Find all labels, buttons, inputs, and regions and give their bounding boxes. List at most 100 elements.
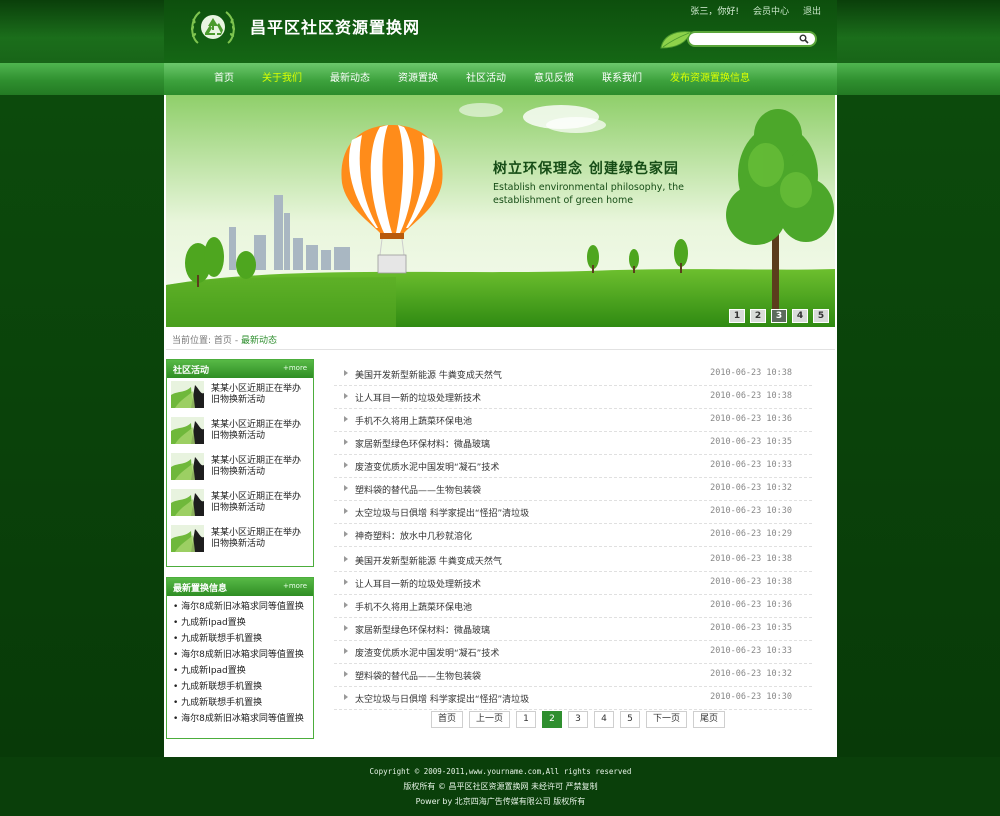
- activity-title[interactable]: 某某小区近期正在举办旧物换新活动: [211, 420, 301, 442]
- pager-first[interactable]: 首页: [431, 711, 464, 728]
- nav-item-activities[interactable]: 社区活动: [452, 63, 520, 95]
- news-title[interactable]: 家居新型绿色环保材料：微晶玻璃: [355, 437, 490, 450]
- activity-item[interactable]: 某某小区近期正在举办旧物换新活动: [167, 486, 313, 522]
- activity-thumbnail[interactable]: [171, 525, 204, 552]
- news-row[interactable]: 太空垃圾与日俱增 科学家提出“怪招”清垃圾 2010-06-23 10:30: [334, 687, 812, 710]
- activity-title[interactable]: 某某小区近期正在举办旧物换新活动: [211, 492, 301, 514]
- news-row[interactable]: 美国开发新型新能源 牛粪变成天然气 2010-06-23 10:38: [334, 549, 812, 572]
- nav-item-exchange[interactable]: 资源置换: [384, 63, 452, 95]
- nav-item-publish[interactable]: 发布资源置换信息: [656, 63, 764, 95]
- logout-link[interactable]: 退出: [803, 4, 821, 17]
- breadcrumb-separator: -: [234, 336, 239, 346]
- activity-thumbnail[interactable]: [171, 453, 204, 480]
- banner-scene-image: [166, 95, 835, 327]
- exchange-item[interactable]: 海尔8成新旧冰箱求同等值置换: [167, 599, 313, 615]
- activities-more-link[interactable]: +more: [283, 364, 307, 372]
- news-date: 2010-06-23 10:32: [710, 669, 792, 679]
- news-title[interactable]: 太空垃圾与日俱增 科学家提出“怪招”清垃圾: [355, 506, 529, 519]
- leaf-decoration-icon: [660, 31, 692, 49]
- nav-item-feedback[interactable]: 意见反馈: [520, 63, 588, 95]
- exchange-list: 海尔8成新旧冰箱求同等值置换九成新Ipad置换九成新联想手机置换海尔8成新旧冰箱…: [167, 596, 313, 727]
- news-title[interactable]: 废渣变优质水泥中国发明“凝石”技术: [355, 460, 499, 473]
- news-row[interactable]: 塑料袋的替代品——生物包装袋 2010-06-23 10:32: [334, 478, 812, 501]
- news-row[interactable]: 让人耳目一新的垃圾处理新技术 2010-06-23 10:38: [334, 572, 812, 595]
- news-title[interactable]: 塑料袋的替代品——生物包装袋: [355, 483, 481, 496]
- nav-item-news[interactable]: 最新动态: [316, 63, 384, 95]
- exchange-item[interactable]: 海尔8成新旧冰箱求同等值置换: [167, 647, 313, 663]
- activity-thumbnail[interactable]: [171, 381, 204, 408]
- activity-title[interactable]: 某某小区近期正在举办旧物换新活动: [211, 528, 301, 550]
- slider-dot[interactable]: 1: [729, 309, 745, 323]
- news-title[interactable]: 美国开发新型新能源 牛粪变成天然气: [355, 554, 502, 567]
- slider-dot[interactable]: 4: [792, 309, 808, 323]
- news-row[interactable]: 美国开发新型新能源 牛粪变成天然气 2010-06-23 10:38: [334, 363, 812, 386]
- nav-item-home[interactable]: 首页: [164, 63, 248, 95]
- bullet-arrow-icon: [344, 485, 348, 491]
- news-title[interactable]: 塑料袋的替代品——生物包装袋: [355, 669, 481, 682]
- activity-item[interactable]: 某某小区近期正在举办旧物换新活动: [167, 522, 313, 558]
- news-row[interactable]: 手机不久将用上蔬菜环保电池 2010-06-23 10:36: [334, 409, 812, 432]
- pager-page[interactable]: 4: [594, 711, 615, 728]
- activity-title[interactable]: 某某小区近期正在举办旧物换新活动: [211, 384, 301, 406]
- header: 昌平区社区资源置换网 张三，你好! 会员中心 退出: [164, 0, 837, 63]
- exchange-item[interactable]: 海尔8成新旧冰箱求同等值置换: [167, 711, 313, 727]
- slider-dot[interactable]: 3: [771, 309, 787, 323]
- news-row[interactable]: 塑料袋的替代品——生物包装袋 2010-06-23 10:32: [334, 664, 812, 687]
- news-title[interactable]: 家居新型绿色环保材料：微晶玻璃: [355, 623, 490, 636]
- activities-box-header: 社区活动 +more: [167, 360, 313, 378]
- pager-next[interactable]: 下一页: [646, 711, 688, 728]
- member-center-link[interactable]: 会员中心: [753, 4, 789, 17]
- activity-item[interactable]: 某某小区近期正在举办旧物换新活动: [167, 414, 313, 450]
- news-row[interactable]: 废渣变优质水泥中国发明“凝石”技术 2010-06-23 10:33: [334, 455, 812, 478]
- activities-box-title: 社区活动: [173, 366, 210, 376]
- activities-list: 某某小区近期正在举办旧物换新活动 某某小区近期正在举办旧物换新活动 某某小区近期正在…: [167, 378, 313, 558]
- pager-page[interactable]: 1: [516, 711, 537, 728]
- news-row[interactable]: 手机不久将用上蔬菜环保电池 2010-06-23 10:36: [334, 595, 812, 618]
- bullet-arrow-icon: [344, 648, 348, 654]
- exchange-item[interactable]: 九成新Ipad置换: [167, 663, 313, 679]
- news-row[interactable]: 废渣变优质水泥中国发明“凝石”技术 2010-06-23 10:33: [334, 641, 812, 664]
- activity-item[interactable]: 某某小区近期正在举办旧物换新活动: [167, 378, 313, 414]
- exchange-more-link[interactable]: +more: [283, 582, 307, 590]
- breadcrumb-home[interactable]: 首页: [214, 336, 232, 346]
- news-title[interactable]: 手机不久将用上蔬菜环保电池: [355, 600, 472, 613]
- news-title[interactable]: 手机不久将用上蔬菜环保电池: [355, 414, 472, 427]
- search-icon[interactable]: [799, 34, 809, 44]
- nav-item-about[interactable]: 关于我们: [248, 63, 316, 95]
- news-date: 2010-06-23 10:38: [710, 577, 792, 587]
- pager-page[interactable]: 2: [542, 711, 563, 728]
- news-title[interactable]: 太空垃圾与日俱增 科学家提出“怪招”清垃圾: [355, 692, 529, 705]
- breadcrumb-current: 最新动态: [240, 336, 277, 346]
- pager-page[interactable]: 3: [568, 711, 589, 728]
- slider-pagination: 1 2 3 4 5: [729, 309, 829, 323]
- activity-title[interactable]: 某某小区近期正在举办旧物换新活动: [211, 456, 301, 478]
- nav-item-contact[interactable]: 联系我们: [588, 63, 656, 95]
- activity-thumbnail[interactable]: [171, 489, 204, 516]
- news-row[interactable]: 太空垃圾与日俱增 科学家提出“怪招”清垃圾 2010-06-23 10:30: [334, 501, 812, 524]
- slider-dot[interactable]: 5: [813, 309, 829, 323]
- activity-thumbnail[interactable]: [171, 417, 204, 444]
- news-date: 2010-06-23 10:38: [710, 368, 792, 378]
- news-row[interactable]: 神奇塑料：放水中几秒就溶化 2010-06-23 10:29: [334, 524, 812, 547]
- breadcrumb-prefix: 当前位置:: [172, 336, 212, 346]
- news-title[interactable]: 美国开发新型新能源 牛粪变成天然气: [355, 368, 502, 381]
- bullet-arrow-icon: [344, 556, 348, 562]
- exchange-item[interactable]: 九成新联想手机置换: [167, 679, 313, 695]
- news-row[interactable]: 让人耳目一新的垃圾处理新技术 2010-06-23 10:38: [334, 386, 812, 409]
- news-title[interactable]: 废渣变优质水泥中国发明“凝石”技术: [355, 646, 499, 659]
- slider-dot[interactable]: 2: [750, 309, 766, 323]
- news-title[interactable]: 让人耳目一新的垃圾处理新技术: [355, 577, 481, 590]
- exchange-item[interactable]: 九成新联想手机置换: [167, 631, 313, 647]
- exchange-item[interactable]: 九成新Ipad置换: [167, 615, 313, 631]
- news-title[interactable]: 神奇塑料：放水中几秒就溶化: [355, 529, 472, 542]
- pager-page[interactable]: 5: [620, 711, 641, 728]
- news-title[interactable]: 让人耳目一新的垃圾处理新技术: [355, 391, 481, 404]
- search-input[interactable]: [697, 34, 801, 46]
- news-row[interactable]: 家居新型绿色环保材料：微晶玻璃 2010-06-23 10:35: [334, 432, 812, 455]
- recycle-logo-icon[interactable]: [188, 7, 238, 47]
- exchange-item[interactable]: 九成新联想手机置换: [167, 695, 313, 711]
- pager-prev[interactable]: 上一页: [469, 711, 511, 728]
- activity-item[interactable]: 某某小区近期正在举办旧物换新活动: [167, 450, 313, 486]
- news-row[interactable]: 家居新型绿色环保材料：微晶玻璃 2010-06-23 10:35: [334, 618, 812, 641]
- pager-last[interactable]: 尾页: [693, 711, 726, 728]
